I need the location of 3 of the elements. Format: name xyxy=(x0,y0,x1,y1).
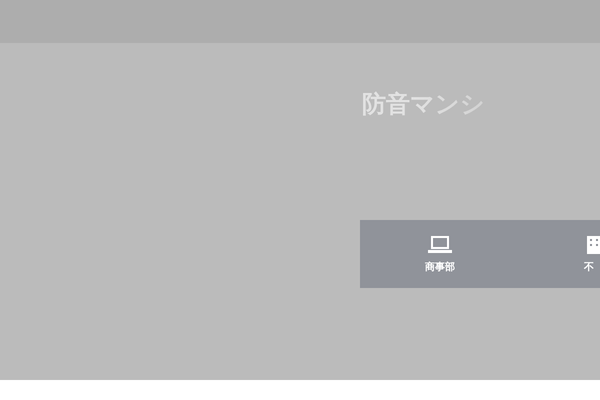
nav-link[interactable]: 商事部 xyxy=(360,220,520,288)
nav-link[interactable]: 不 xyxy=(520,220,600,288)
laptop-icon xyxy=(428,234,452,254)
